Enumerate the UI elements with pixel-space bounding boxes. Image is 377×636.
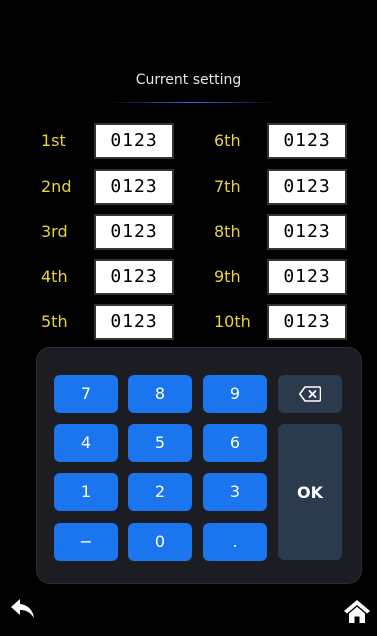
setting-label-3rd: 3rd bbox=[41, 222, 68, 241]
key-minus[interactable]: − bbox=[54, 523, 118, 561]
key-1[interactable]: 1 bbox=[54, 473, 118, 511]
setting-label-9th: 9th bbox=[214, 267, 241, 286]
setting-value-1st[interactable]: 0123 bbox=[94, 123, 174, 159]
title-underline bbox=[108, 102, 278, 103]
setting-value-3rd[interactable]: 0123 bbox=[94, 214, 174, 250]
back-arrow-icon bbox=[11, 599, 34, 618]
page-title: Current setting bbox=[135, 72, 242, 88]
setting-value-7th[interactable]: 0123 bbox=[267, 169, 347, 205]
key-2[interactable]: 2 bbox=[128, 473, 192, 511]
key-8[interactable]: 8 bbox=[128, 375, 192, 413]
setting-value-8th[interactable]: 0123 bbox=[267, 214, 347, 250]
setting-value-5th[interactable]: 0123 bbox=[94, 304, 174, 340]
setting-value-2nd[interactable]: 0123 bbox=[94, 169, 174, 205]
backspace-button[interactable] bbox=[278, 375, 342, 413]
key-6[interactable]: 6 bbox=[203, 424, 267, 462]
key-3[interactable]: 3 bbox=[203, 473, 267, 511]
key-decimal[interactable]: . bbox=[203, 523, 267, 561]
numeric-keypad: 7 8 9 4 5 6 1 2 3 − 0 . OK bbox=[36, 347, 362, 584]
home-icon bbox=[344, 600, 370, 623]
key-0[interactable]: 0 bbox=[128, 523, 192, 561]
setting-value-6th[interactable]: 0123 bbox=[267, 123, 347, 159]
key-7[interactable]: 7 bbox=[54, 375, 118, 413]
setting-label-7th: 7th bbox=[214, 177, 241, 196]
setting-label-5th: 5th bbox=[41, 312, 68, 331]
ok-button[interactable]: OK bbox=[278, 424, 342, 560]
setting-value-4th[interactable]: 0123 bbox=[94, 259, 174, 295]
home-button[interactable] bbox=[342, 597, 372, 625]
back-button[interactable] bbox=[8, 596, 38, 622]
backspace-icon bbox=[299, 386, 322, 402]
setting-value-10th[interactable]: 0123 bbox=[267, 304, 347, 340]
setting-value-9th[interactable]: 0123 bbox=[267, 259, 347, 295]
key-4[interactable]: 4 bbox=[54, 424, 118, 462]
setting-label-10th: 10th bbox=[214, 312, 251, 331]
key-9[interactable]: 9 bbox=[203, 375, 267, 413]
setting-label-6th: 6th bbox=[214, 131, 241, 150]
setting-label-1st: 1st bbox=[41, 131, 66, 150]
key-5[interactable]: 5 bbox=[128, 424, 192, 462]
setting-label-2nd: 2nd bbox=[41, 177, 72, 196]
setting-label-4th: 4th bbox=[41, 267, 68, 286]
setting-label-8th: 8th bbox=[214, 222, 241, 241]
